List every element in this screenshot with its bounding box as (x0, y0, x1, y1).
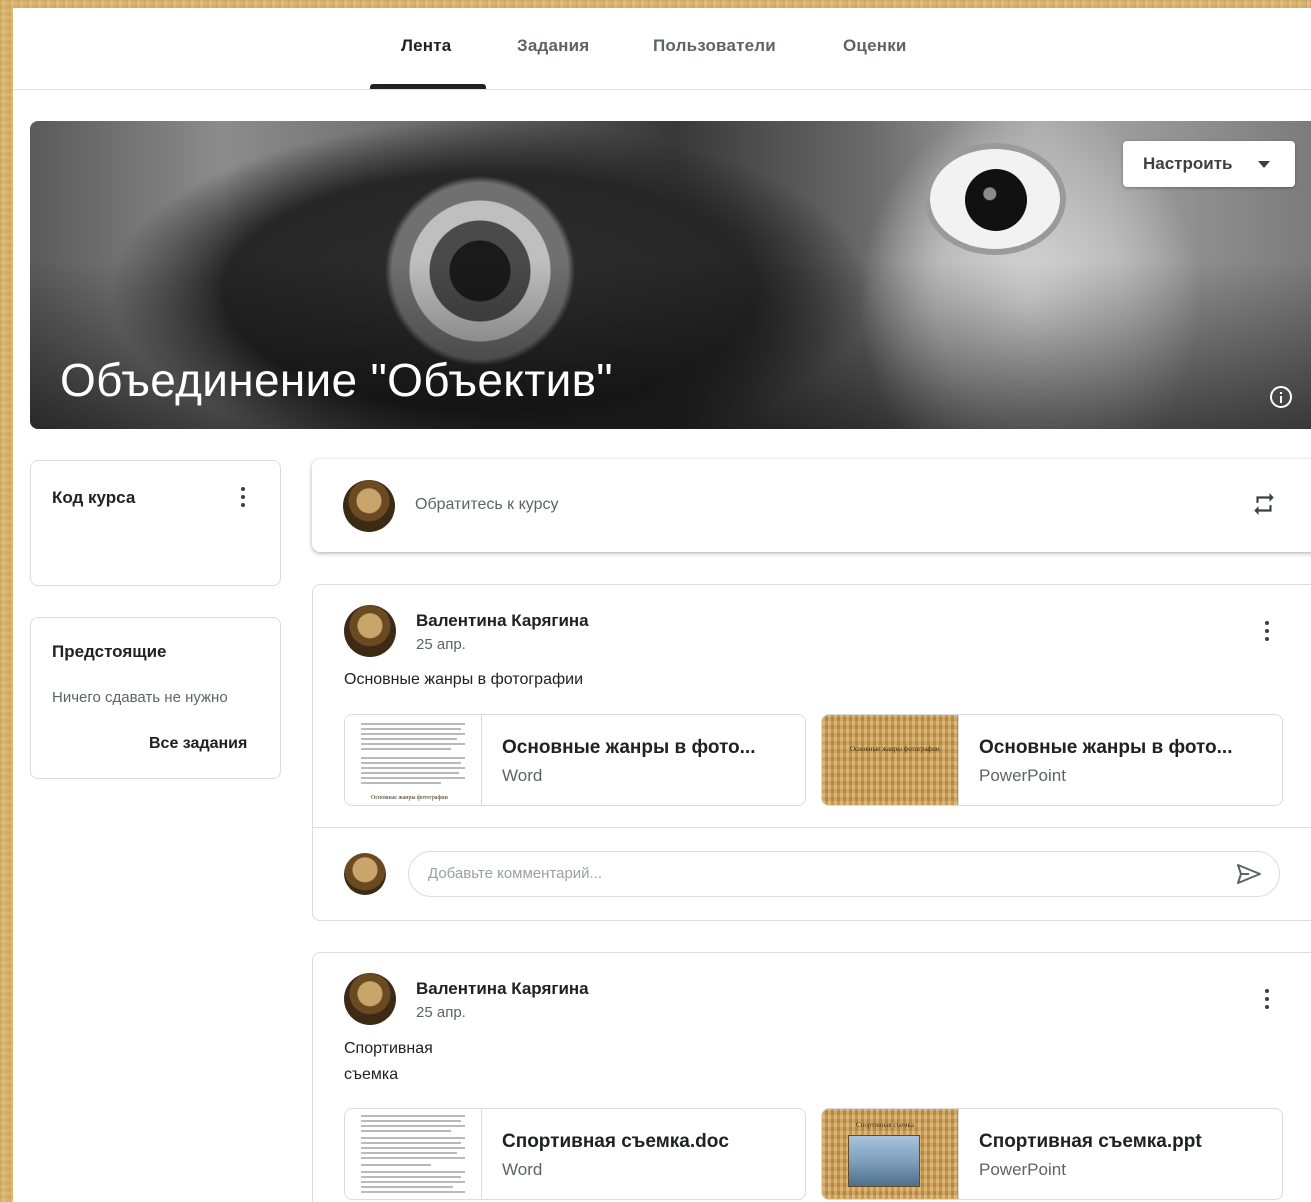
avatar (343, 480, 395, 532)
tab-grades[interactable]: Оценки (843, 36, 907, 56)
upcoming-empty-text: Ничего сдавать не нужно (52, 689, 228, 706)
customize-button-label: Настроить (1143, 154, 1233, 173)
attachment-card[interactable]: Основные жанры фотографии Основные жанры… (344, 714, 806, 806)
post-author: Валентина Карягина (416, 979, 589, 998)
post-date[interactable]: 25 апр. (416, 1004, 466, 1021)
course-title: Объединение "Объектив" (60, 354, 613, 406)
all-assignments-link[interactable]: Все задания (149, 735, 247, 753)
course-code-card: Код курса (30, 460, 281, 586)
upcoming-title: Предстоящие (52, 642, 167, 661)
tab-classwork[interactable]: Задания (517, 36, 589, 56)
post-card: Валентина Карягина 25 апр. Основные жанр… (312, 584, 1311, 921)
attachment-name: Спортивная съемка.ppt (979, 1131, 1202, 1152)
attachment-name: Основные жанры в фото... (502, 737, 756, 758)
attachment-name: Спортивная съемка.doc (502, 1131, 729, 1152)
announce-placeholder[interactable]: Обратитесь к курсу (415, 496, 559, 514)
kebab-menu-icon[interactable] (1255, 987, 1279, 1011)
info-icon[interactable] (1270, 386, 1292, 408)
avatar (344, 605, 396, 657)
document-thumbnail (345, 1109, 482, 1199)
divider (313, 827, 1311, 828)
upcoming-card: Предстоящие Ничего сдавать не нужно Все … (30, 617, 281, 779)
thumbnail-photo (848, 1135, 920, 1187)
attachment-type: Word (502, 766, 543, 785)
tab-stream[interactable]: Лента (401, 36, 451, 56)
attachment-type: PowerPoint (979, 1160, 1066, 1179)
presentation-thumbnail: Спортивная съемка (822, 1109, 959, 1199)
attachment-name: Основные жанры в фото... (979, 737, 1233, 758)
thumbnail-caption: Основные жанры фотографии (371, 795, 448, 801)
top-nav: Лента Задания Пользователи Оценки (13, 8, 1311, 90)
attachment-type: PowerPoint (979, 766, 1066, 785)
kebab-menu-icon[interactable] (1255, 619, 1279, 643)
post-text: Основные жанры в фотографии (344, 671, 584, 688)
customize-button[interactable]: Настроить (1123, 141, 1295, 187)
active-tab-indicator (370, 84, 486, 89)
tab-people[interactable]: Пользователи (653, 36, 776, 56)
post-text: съемка (344, 1066, 399, 1083)
attachment-type: Word (502, 1160, 543, 1179)
avatar (344, 853, 386, 895)
thumbnail-caption: Спортивная съемка (856, 1121, 914, 1129)
thumbnail-caption: Основные жанры фотографии (850, 745, 940, 753)
avatar (344, 973, 396, 1025)
post-date[interactable]: 25 апр. (416, 636, 466, 653)
attachment-card[interactable]: Спортивная съемка.doc Word (344, 1108, 806, 1200)
repost-icon[interactable] (1251, 491, 1277, 517)
post-text: Спортивная (344, 1040, 433, 1057)
comment-input[interactable]: Добавьте комментарий... (408, 851, 1280, 897)
send-icon[interactable] (1235, 862, 1263, 886)
course-banner: Объединение "Объектив" Настроить (30, 121, 1311, 429)
attachment-card[interactable]: Основные жанры фотографии Основные жанры… (821, 714, 1283, 806)
presentation-thumbnail: Основные жанры фотографии (822, 715, 959, 805)
document-thumbnail: Основные жанры фотографии (345, 715, 482, 805)
announce-box[interactable]: Обратитесь к курсу (312, 459, 1311, 552)
kebab-menu-icon[interactable] (231, 485, 255, 509)
post-card: Валентина Карягина 25 апр. Спортивная съ… (312, 952, 1311, 1202)
course-code-title: Код курса (52, 488, 136, 507)
caret-down-icon (1258, 161, 1270, 168)
classroom-page: Лента Задания Пользователи Оценки Объеди… (13, 8, 1311, 1202)
post-author: Валентина Карягина (416, 611, 589, 630)
attachment-card[interactable]: Спортивная съемка Спортивная съемка.ppt … (821, 1108, 1283, 1200)
comment-placeholder: Добавьте комментарий... (428, 865, 603, 882)
